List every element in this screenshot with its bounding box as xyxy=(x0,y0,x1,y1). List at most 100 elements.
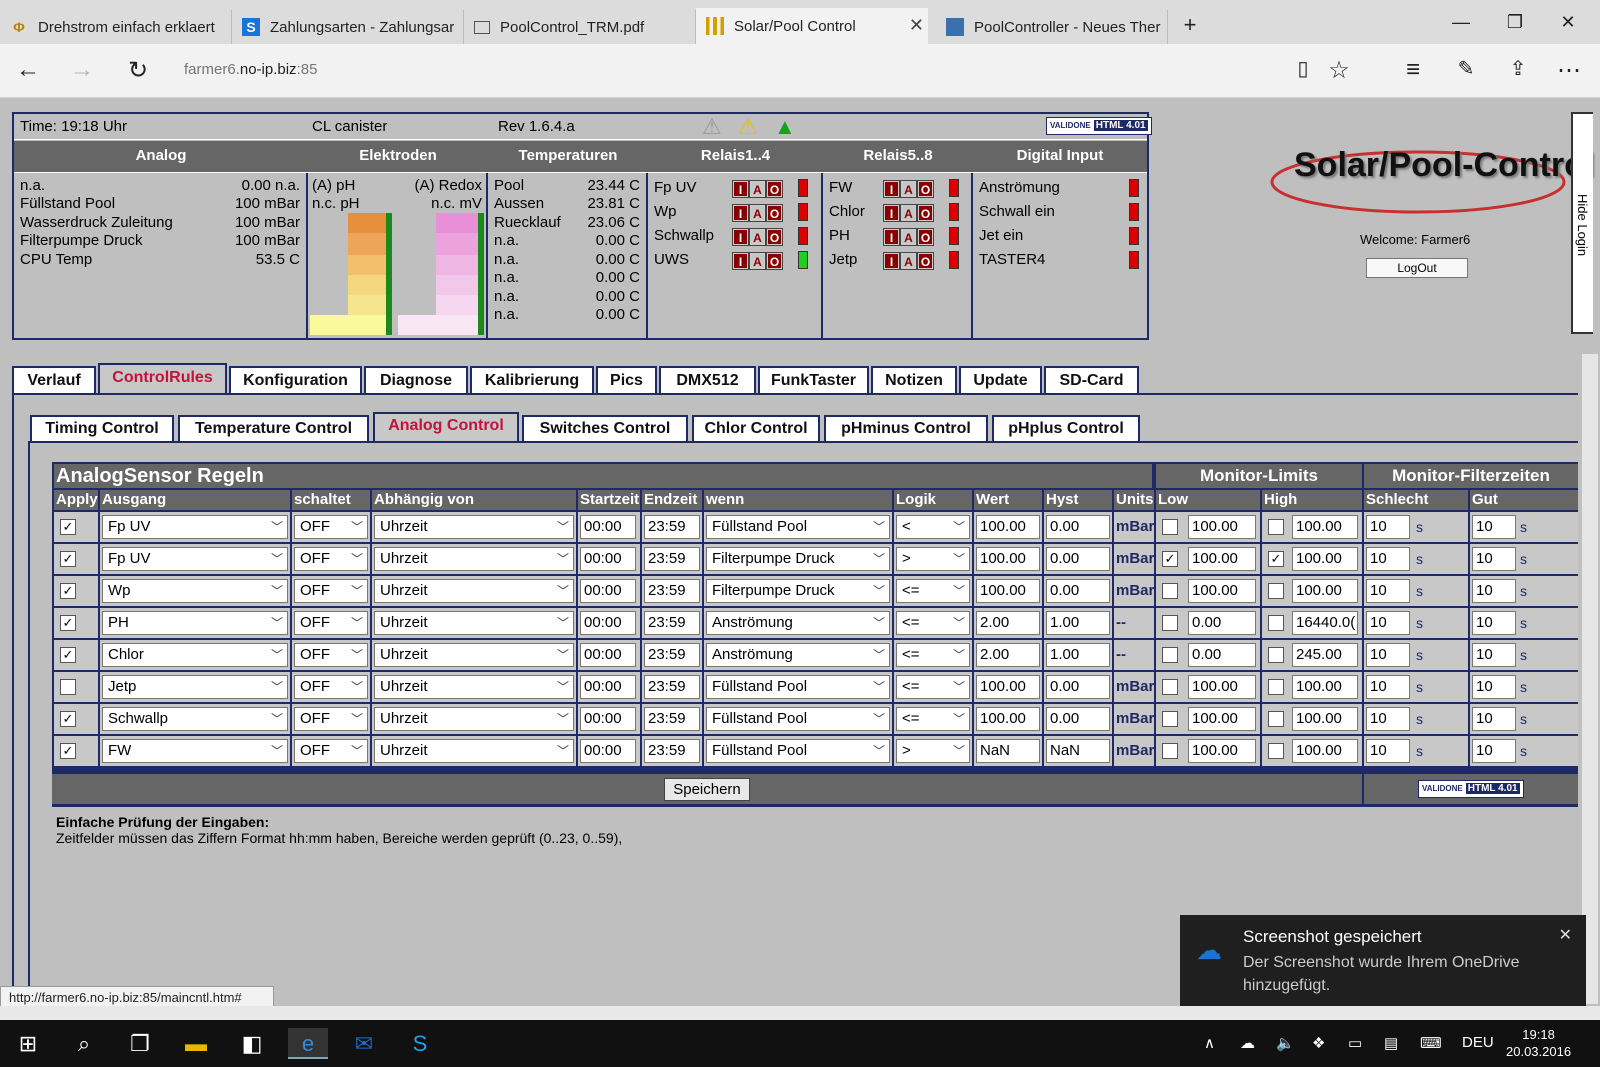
depends-select[interactable]: Uhrzeit ﹀ xyxy=(374,643,574,667)
browser-tab-1[interactable]: Φ Drehstrom einfach erklaert xyxy=(0,10,232,44)
low-limit-checkbox[interactable] xyxy=(1162,711,1178,727)
relay-button-o[interactable]: O xyxy=(918,181,933,197)
apply-checkbox[interactable]: ✓ xyxy=(60,615,76,631)
good-time-input[interactable]: 10 xyxy=(1472,707,1516,731)
good-time-input[interactable]: 10 xyxy=(1472,643,1516,667)
depends-select[interactable]: Uhrzeit ﹀ xyxy=(374,739,574,763)
output-select[interactable]: Fp UV ﹀ xyxy=(102,515,288,539)
value-input[interactable]: 100.00 xyxy=(976,707,1040,731)
low-limit-checkbox[interactable] xyxy=(1162,743,1178,759)
forward-icon[interactable]: → xyxy=(66,56,98,84)
end-time-input[interactable]: 23:59 xyxy=(644,611,700,635)
low-limit-input[interactable]: 0.00 xyxy=(1188,643,1256,667)
switch-select[interactable]: OFF ﹀ xyxy=(294,707,368,731)
good-time-input[interactable]: 10 xyxy=(1472,547,1516,571)
when-select[interactable]: Füllstand Pool ﹀ xyxy=(706,675,890,699)
sub-tab-switches-control[interactable]: Switches Control xyxy=(522,415,688,443)
output-select[interactable]: FW ﹀ xyxy=(102,739,288,763)
when-select[interactable]: Filterpumpe Druck ﹀ xyxy=(706,547,890,571)
start-time-input[interactable]: 00:00 xyxy=(580,739,636,763)
logic-select[interactable]: > ﹀ xyxy=(896,547,970,571)
relay-button-a[interactable]: A xyxy=(750,205,765,221)
low-limit-input[interactable]: 100.00 xyxy=(1188,739,1256,763)
minimize-icon[interactable]: — xyxy=(1446,12,1476,33)
start-time-input[interactable]: 00:00 xyxy=(580,611,636,635)
taskbar-clock[interactable]: 19:18 20.03.2016 xyxy=(1506,1026,1571,1060)
keyboard-icon[interactable]: ⌨ xyxy=(1420,1034,1442,1052)
high-limit-checkbox[interactable] xyxy=(1268,647,1284,663)
high-limit-input[interactable]: 100.00 xyxy=(1292,739,1358,763)
main-tab-kalibrierung[interactable]: Kalibrierung xyxy=(470,366,594,395)
relay-button-a[interactable]: A xyxy=(901,229,916,245)
relay-button-i[interactable]: I xyxy=(733,205,748,221)
main-tab-konfiguration[interactable]: Konfiguration xyxy=(229,366,362,395)
when-select[interactable]: Filterpumpe Druck ﹀ xyxy=(706,579,890,603)
high-limit-checkbox[interactable]: ✓ xyxy=(1268,551,1284,567)
sub-tab-analog-control[interactable]: Analog Control xyxy=(373,412,519,443)
high-limit-checkbox[interactable] xyxy=(1268,743,1284,759)
horizontal-scrollbar[interactable] xyxy=(0,1006,1600,1020)
relay-button-o[interactable]: O xyxy=(918,253,933,269)
output-select[interactable]: Chlor ﹀ xyxy=(102,643,288,667)
relay-button-i[interactable]: I xyxy=(884,229,899,245)
browser-tab-5[interactable]: PoolController - Neues Ther xyxy=(936,10,1168,44)
value-input[interactable]: 100.00 xyxy=(976,579,1040,603)
high-limit-input[interactable]: 245.00 xyxy=(1292,643,1358,667)
sub-tab-chlor-control[interactable]: Chlor Control xyxy=(692,415,820,443)
bad-time-input[interactable]: 10 xyxy=(1366,707,1410,731)
bad-time-input[interactable]: 10 xyxy=(1366,579,1410,603)
main-tab-controlrules[interactable]: ControlRules xyxy=(98,363,227,395)
main-tab-pics[interactable]: Pics xyxy=(596,366,657,395)
low-limit-input[interactable]: 100.00 xyxy=(1188,515,1256,539)
close-window-icon[interactable]: ✕ xyxy=(1553,12,1583,33)
relay-button-o[interactable]: O xyxy=(767,181,782,197)
battery-icon[interactable]: ▭ xyxy=(1348,1034,1362,1052)
outlook-icon[interactable]: ✉ xyxy=(344,1028,384,1059)
apply-checkbox[interactable]: ✓ xyxy=(60,583,76,599)
value-input[interactable]: 100.00 xyxy=(976,675,1040,699)
depends-select[interactable]: Uhrzeit ﹀ xyxy=(374,515,574,539)
hide-login-button[interactable]: Hide Login xyxy=(1571,112,1593,334)
restore-icon[interactable]: ❐ xyxy=(1500,12,1530,33)
relay-button-i[interactable]: I xyxy=(733,253,748,269)
low-limit-input[interactable]: 0.00 xyxy=(1188,611,1256,635)
switch-select[interactable]: OFF ﹀ xyxy=(294,739,368,763)
logic-select[interactable]: <= ﹀ xyxy=(896,611,970,635)
logic-select[interactable]: <= ﹀ xyxy=(896,707,970,731)
html-valid-badge[interactable]: VALIDONE HTML 4.01 xyxy=(1046,117,1152,135)
output-select[interactable]: Schwallp ﹀ xyxy=(102,707,288,731)
volume-icon[interactable]: 🔈 xyxy=(1276,1034,1295,1052)
edge-icon[interactable]: e xyxy=(288,1028,328,1059)
start-time-input[interactable]: 00:00 xyxy=(580,579,636,603)
search-icon[interactable]: ⌕ xyxy=(64,1028,104,1059)
when-select[interactable]: Füllstand Pool ﹀ xyxy=(706,739,890,763)
apply-checkbox[interactable] xyxy=(60,679,76,695)
high-limit-input[interactable]: 100.00 xyxy=(1292,515,1358,539)
low-limit-checkbox[interactable] xyxy=(1162,583,1178,599)
sub-tab-phplus-control[interactable]: pHplus Control xyxy=(992,415,1140,443)
main-tab-notizen[interactable]: Notizen xyxy=(871,366,957,395)
value-input[interactable]: 100.00 xyxy=(976,547,1040,571)
switch-select[interactable]: OFF ﹀ xyxy=(294,675,368,699)
relay-button-o[interactable]: O xyxy=(767,205,782,221)
logic-select[interactable]: < ﹀ xyxy=(896,515,970,539)
depends-select[interactable]: Uhrzeit ﹀ xyxy=(374,707,574,731)
depends-select[interactable]: Uhrzeit ﹀ xyxy=(374,611,574,635)
output-select[interactable]: PH ﹀ xyxy=(102,611,288,635)
low-limit-checkbox[interactable] xyxy=(1162,647,1178,663)
bad-time-input[interactable]: 10 xyxy=(1366,547,1410,571)
logic-select[interactable]: <= ﹀ xyxy=(896,579,970,603)
depends-select[interactable]: Uhrzeit ﹀ xyxy=(374,675,574,699)
relay-button-i[interactable]: I xyxy=(733,181,748,197)
more-icon[interactable]: ⋯ xyxy=(1553,56,1585,85)
value-input[interactable]: 100.00 xyxy=(976,515,1040,539)
relay-button-a[interactable]: A xyxy=(750,229,765,245)
sub-tab-phminus-control[interactable]: pHminus Control xyxy=(824,415,988,443)
good-time-input[interactable]: 10 xyxy=(1472,675,1516,699)
high-limit-checkbox[interactable] xyxy=(1268,519,1284,535)
tray-chevron-icon[interactable]: ∧ xyxy=(1204,1034,1215,1052)
apply-checkbox[interactable]: ✓ xyxy=(60,551,76,567)
address-bar[interactable]: farmer6.no-ip.biz:85 xyxy=(184,61,317,78)
hysteresis-input[interactable]: 0.00 xyxy=(1046,675,1110,699)
good-time-input[interactable]: 10 xyxy=(1472,515,1516,539)
